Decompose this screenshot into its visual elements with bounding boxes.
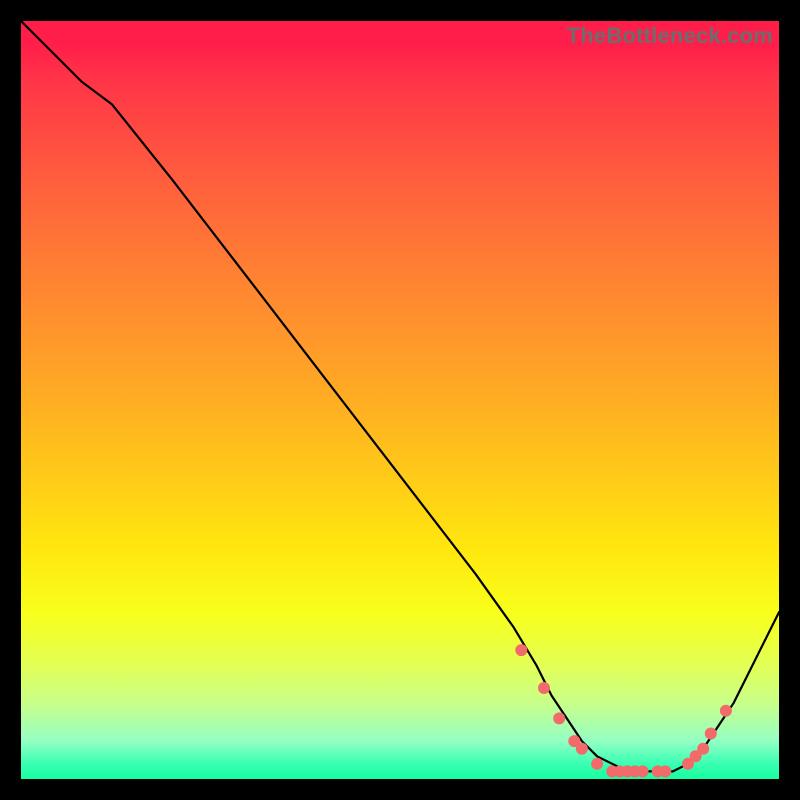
chart-svg — [21, 21, 779, 779]
data-point-group — [515, 644, 732, 777]
data-point — [659, 765, 671, 777]
data-point — [538, 682, 550, 694]
data-point — [637, 765, 649, 777]
data-point — [705, 728, 717, 740]
data-point — [591, 758, 603, 770]
data-point — [553, 712, 565, 724]
chart-plot-area: TheBottleneck.com — [21, 21, 779, 779]
bottleneck-curve — [21, 21, 779, 771]
data-point — [697, 743, 709, 755]
data-point — [720, 705, 732, 717]
data-point — [515, 644, 527, 656]
data-point — [576, 743, 588, 755]
